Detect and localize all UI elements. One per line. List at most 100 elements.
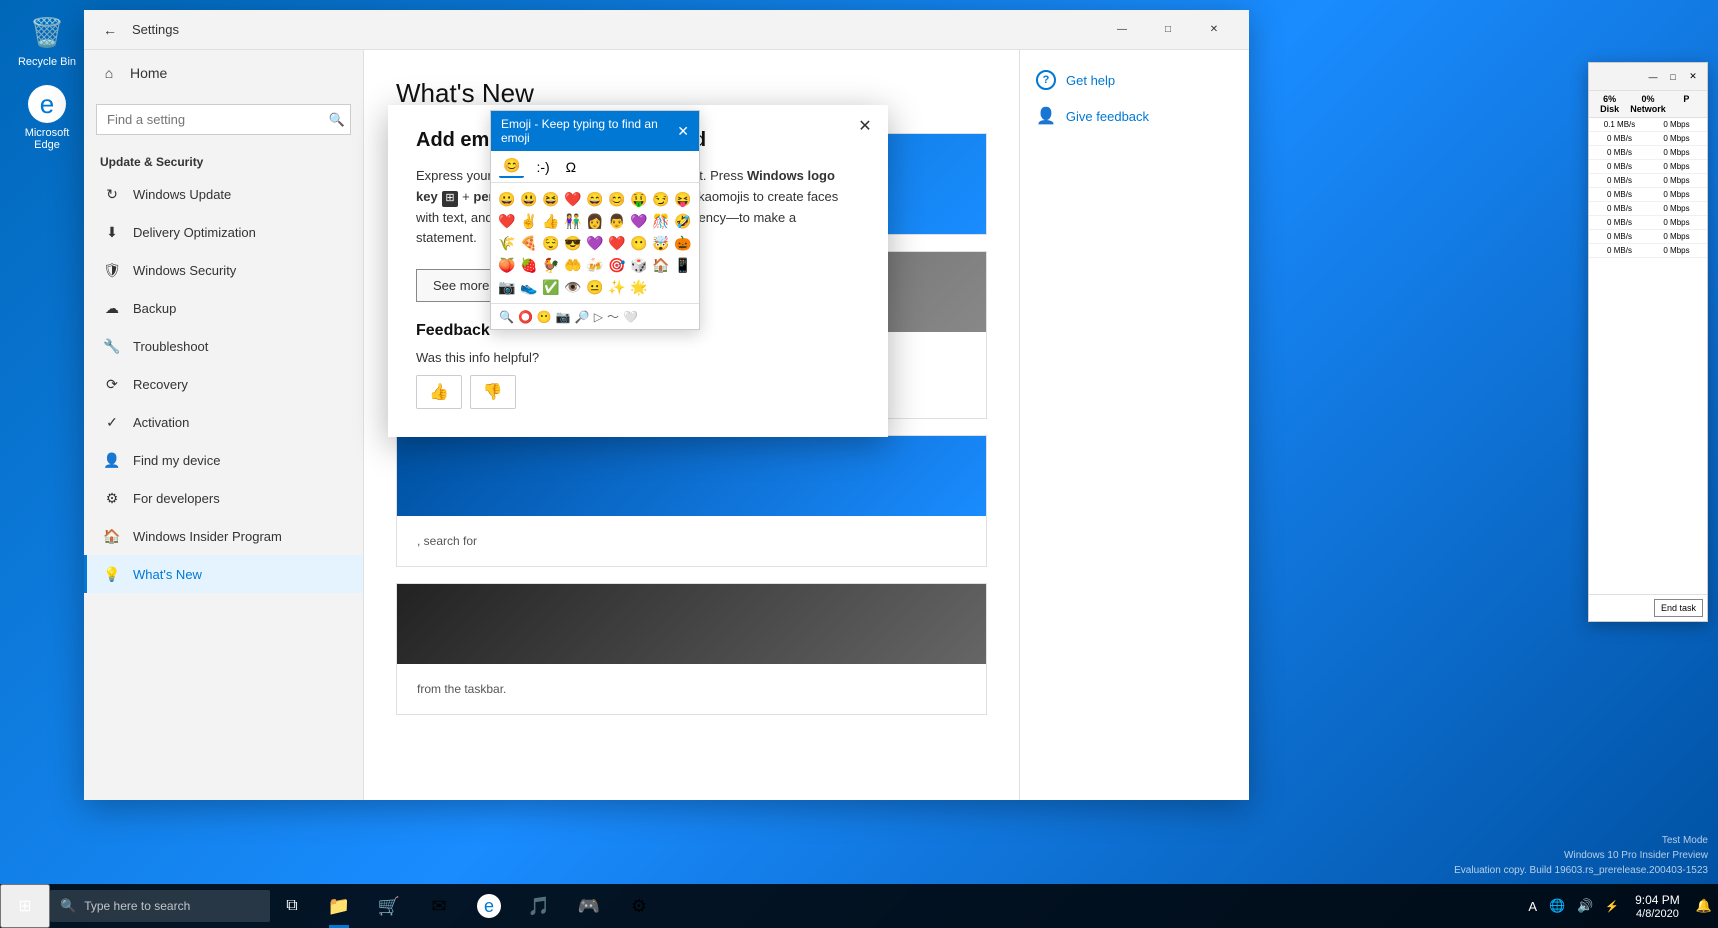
emoji-cell[interactable]: 💜: [629, 211, 649, 231]
emoji-cell[interactable]: 😐: [585, 277, 605, 297]
thumbs-up-button[interactable]: 👍: [416, 375, 462, 409]
emoji-cell[interactable]: ❤️: [497, 211, 517, 231]
emoji-cell[interactable]: 😎: [563, 233, 583, 253]
emoji-tab-emoji[interactable]: 😊: [499, 155, 524, 178]
close-button[interactable]: ✕: [1191, 15, 1237, 45]
emoji-cell[interactable]: ❤️: [607, 233, 627, 253]
volume-icon[interactable]: 🔊: [1571, 884, 1599, 928]
emoji-cell[interactable]: 📷: [497, 277, 517, 297]
task-view-button[interactable]: ⧉: [270, 884, 314, 928]
emoji-cell[interactable]: 📱: [673, 255, 693, 275]
emoji-cell[interactable]: 🌟: [629, 277, 649, 297]
thumbs-down-button[interactable]: 👎: [470, 375, 516, 409]
emoji-picker-close-button[interactable]: ✕: [677, 124, 689, 138]
emoji-cell[interactable]: 👟: [519, 277, 539, 297]
emoji-cell[interactable]: ❤️: [563, 189, 583, 209]
emoji-cell[interactable]: 🎃: [673, 233, 693, 253]
emoji-cell[interactable]: 😃: [519, 189, 539, 209]
taskbar-app-store[interactable]: 🛒: [364, 884, 414, 928]
network-icon[interactable]: 🌐: [1543, 884, 1571, 928]
emoji-cell[interactable]: 🏠: [651, 255, 671, 275]
emoji-tab-symbols[interactable]: Ω: [562, 157, 580, 177]
emoji-cell[interactable]: 😝: [673, 189, 693, 209]
emoji-cell[interactable]: 🤑: [629, 189, 649, 209]
emoji-cell[interactable]: 😌: [541, 233, 561, 253]
sidebar-item-whats-new[interactable]: 💡 What's New: [84, 555, 363, 593]
sidebar-item-activation[interactable]: ✓ Activation: [84, 403, 363, 441]
get-help-link[interactable]: ? Get help: [1036, 70, 1233, 90]
emoji-cell[interactable]: 👫: [563, 211, 583, 231]
emoji-cell[interactable]: 🤯: [651, 233, 671, 253]
emoji-cell[interactable]: 👁️: [563, 277, 583, 297]
notification-icon[interactable]: 🔔: [1690, 884, 1718, 928]
give-feedback-link[interactable]: 👤 Give feedback: [1036, 106, 1233, 126]
taskbar-clock[interactable]: 9:04 PM 4/8/2020: [1625, 884, 1690, 928]
sidebar-item-troubleshoot[interactable]: 🔧 Troubleshoot: [84, 327, 363, 365]
taskbar-app-edge[interactable]: e: [464, 884, 514, 928]
taskbar-app-settings[interactable]: ⚙: [614, 884, 664, 928]
emoji-cell[interactable]: 🌾: [497, 233, 517, 253]
taskbar-app-groove[interactable]: 🎵: [514, 884, 564, 928]
edge-icon[interactable]: e Microsoft Edge: [12, 85, 82, 151]
maximize-button[interactable]: □: [1145, 15, 1191, 45]
emoji-cell[interactable]: 😏: [651, 189, 671, 209]
sidebar-item-delivery-optimization[interactable]: ⬇ Delivery Optimization: [84, 213, 363, 251]
xbox-icon: 🎮: [578, 896, 600, 917]
end-task-button[interactable]: End task: [1654, 599, 1703, 617]
net-val: 0 Mbps: [1650, 162, 1703, 171]
emoji-cell[interactable]: 🍑: [497, 255, 517, 275]
emoji-cell[interactable]: 😆: [541, 189, 561, 209]
search-input[interactable]: [96, 104, 351, 135]
taskbar-search-box[interactable]: 🔍 Type here to search: [50, 890, 270, 922]
emoji-cell[interactable]: 🍓: [519, 255, 539, 275]
dialog-close-button[interactable]: ✕: [850, 111, 880, 141]
taskbar-app-file-explorer[interactable]: 📁: [314, 884, 364, 928]
backup-icon: ☁: [103, 299, 121, 317]
minimize-button[interactable]: —: [1099, 15, 1145, 45]
emoji-cell[interactable]: 👩: [585, 211, 605, 231]
tm-minimize-button[interactable]: —: [1643, 67, 1663, 87]
emoji-cell[interactable]: ✌️: [519, 211, 539, 231]
emoji-cell[interactable]: 🎯: [607, 255, 627, 275]
task-manager-titlebar: — □ ✕: [1589, 63, 1707, 91]
language-indicator[interactable]: A: [1522, 884, 1543, 928]
sidebar-item-find-device[interactable]: 👤 Find my device: [84, 441, 363, 479]
table-row: 0 MB/s0 Mbps: [1589, 174, 1707, 188]
emoji-cell[interactable]: 👍: [541, 211, 561, 231]
emoji-cell[interactable]: 🐓: [541, 255, 561, 275]
emoji-cell[interactable]: 🤣: [673, 211, 693, 231]
sidebar-item-label: Recovery: [133, 377, 188, 392]
emoji-cell[interactable]: 😊: [607, 189, 627, 209]
emoji-cell[interactable]: 😄: [585, 189, 605, 209]
sidebar-item-developers[interactable]: ⚙ For developers: [84, 479, 363, 517]
emoji-cell[interactable]: 😶: [629, 233, 649, 253]
tm-maximize-button[interactable]: □: [1663, 67, 1683, 87]
search-button[interactable]: 🔍: [329, 112, 345, 128]
sidebar-item-insider[interactable]: 🏠 Windows Insider Program: [84, 517, 363, 555]
sidebar-item-backup[interactable]: ☁ Backup: [84, 289, 363, 327]
battery-icon[interactable]: ⚡: [1599, 884, 1625, 928]
emoji-cell[interactable]: 🍻: [585, 255, 605, 275]
back-button[interactable]: ←: [96, 16, 124, 44]
sidebar-item-windows-security[interactable]: 🛡 Windows Security: [84, 251, 363, 289]
taskbar-app-mail[interactable]: ✉: [414, 884, 464, 928]
emoji-cell[interactable]: ✅: [541, 277, 561, 297]
emoji-cell[interactable]: 💜: [585, 233, 605, 253]
recycle-bin-icon[interactable]: 🗑️ Recycle Bin: [12, 12, 82, 68]
tm-close-button[interactable]: ✕: [1683, 67, 1703, 87]
emoji-cell[interactable]: 🎊: [651, 211, 671, 231]
emoji-cell[interactable]: 🎲: [629, 255, 649, 275]
emoji-cell[interactable]: 👨: [607, 211, 627, 231]
net-val: 0 Mbps: [1650, 246, 1703, 255]
sidebar-item-windows-update[interactable]: ↻ Windows Update: [84, 175, 363, 213]
emoji-tab-kaomoji[interactable]: :-): [532, 157, 553, 177]
sidebar-home[interactable]: ⌂ Home: [84, 50, 363, 96]
start-button[interactable]: ⊞: [0, 884, 50, 928]
taskbar-app-xbox[interactable]: 🎮: [564, 884, 614, 928]
sidebar-item-recovery[interactable]: ⟳ Recovery: [84, 365, 363, 403]
emoji-cell[interactable]: ✨: [607, 277, 627, 297]
window-controls: — □ ✕: [1099, 15, 1237, 45]
emoji-cell[interactable]: 🍕: [519, 233, 539, 253]
emoji-cell[interactable]: 😀: [497, 189, 517, 209]
emoji-cell[interactable]: 🤲: [563, 255, 583, 275]
